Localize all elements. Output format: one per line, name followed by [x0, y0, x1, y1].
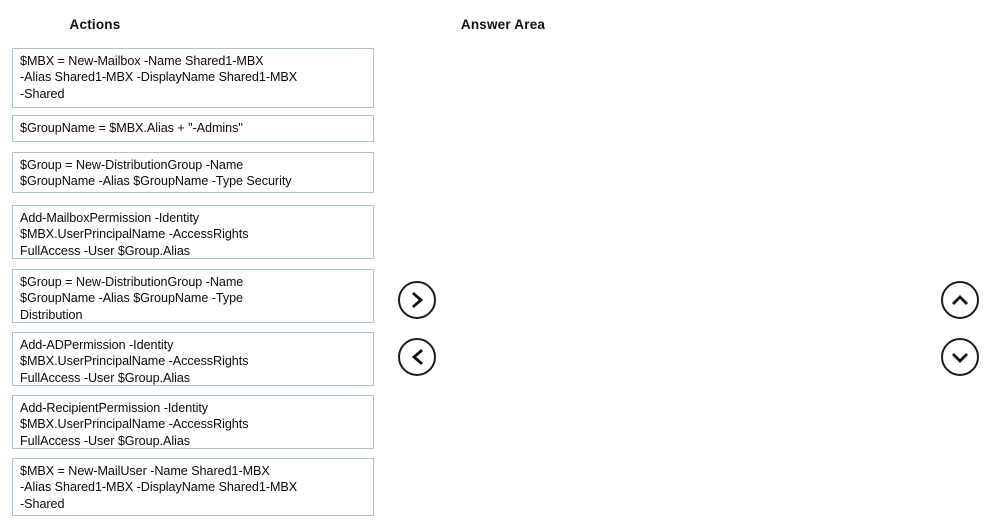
action-box[interactable]: Add-ADPermission -Identity $MBX.UserPrin…	[12, 332, 374, 386]
action-box[interactable]: $Group = New-DistributionGroup -Name $Gr…	[12, 152, 374, 193]
chevron-left-icon	[410, 348, 425, 366]
move-left-button[interactable]	[398, 338, 436, 376]
action-box[interactable]: Add-RecipientPermission -Identity $MBX.U…	[12, 395, 374, 449]
chevron-up-icon	[951, 293, 969, 308]
action-box[interactable]: $GroupName = $MBX.Alias + "-Admins"	[12, 115, 374, 142]
actions-list: $MBX = New-Mailbox -Name Shared1-MBX -Al…	[0, 0, 390, 522]
answer-area-drop-zone[interactable]	[440, 42, 930, 516]
drag-and-drop-question: Actions Answer Area $MBX = New-Mailbox -…	[0, 0, 996, 522]
chevron-right-icon	[410, 291, 425, 309]
action-box[interactable]: $Group = New-DistributionGroup -Name $Gr…	[12, 269, 374, 323]
chevron-down-icon	[951, 350, 969, 365]
move-up-button[interactable]	[941, 281, 979, 319]
move-right-button[interactable]	[398, 281, 436, 319]
answer-area-column-header: Answer Area	[460, 17, 546, 32]
action-box[interactable]: $MBX = New-Mailbox -Name Shared1-MBX -Al…	[12, 48, 374, 108]
action-box[interactable]: $MBX = New-MailUser -Name Shared1-MBX -A…	[12, 458, 374, 516]
move-down-button[interactable]	[941, 338, 979, 376]
action-box[interactable]: Add-MailboxPermission -Identity $MBX.Use…	[12, 205, 374, 259]
